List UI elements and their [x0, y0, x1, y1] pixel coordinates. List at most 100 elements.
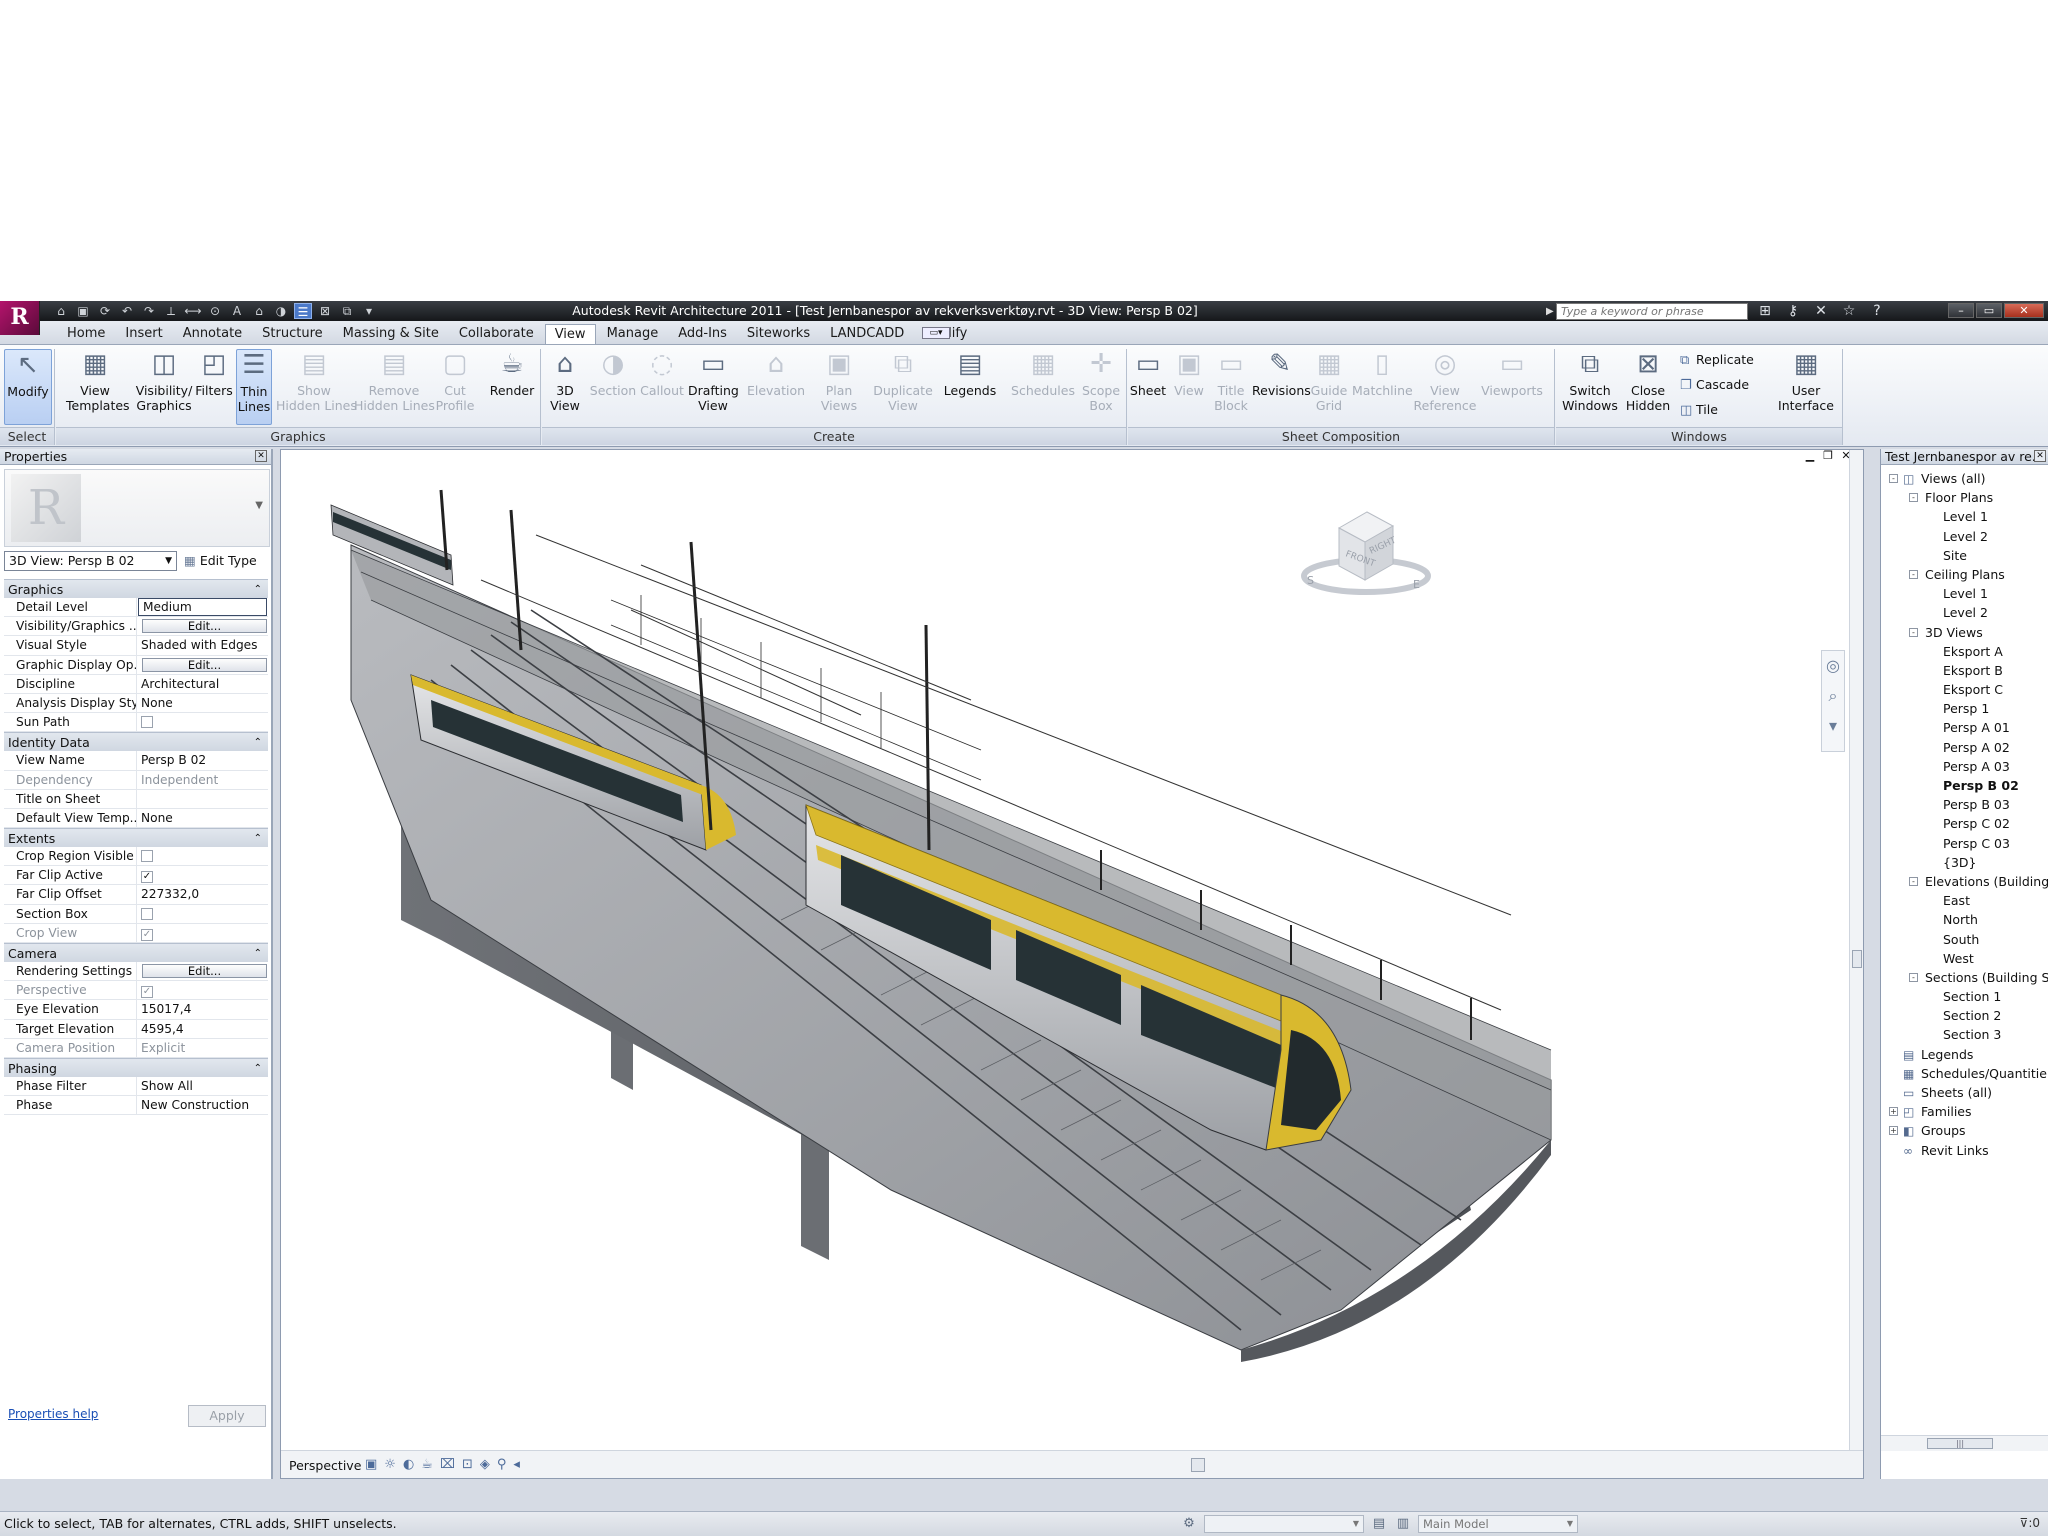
browser-node[interactable]: - Sections (Building S	[1881, 968, 2048, 987]
tag-icon[interactable]: ⊙	[206, 303, 224, 319]
browser-node[interactable]: Section 1	[1881, 987, 2048, 1006]
property-checkbox[interactable]: ✓	[141, 986, 153, 999]
collapse-icon[interactable]: ⌃	[254, 733, 262, 752]
collapse-icon[interactable]: -	[1909, 493, 1918, 503]
browser-node[interactable]: Eksport A	[1881, 642, 2048, 661]
browser-horizontal-scrollbar[interactable]: |||	[1881, 1435, 2048, 1451]
browser-node[interactable]: Persp A 01	[1881, 718, 2048, 737]
design-options-icon[interactable]: ▥	[1394, 1515, 1412, 1533]
browser-node[interactable]: Persp B 02	[1881, 776, 2048, 795]
scrollbar-thumb[interactable]	[1852, 950, 1862, 968]
collapse-icon[interactable]: -	[1909, 627, 1918, 637]
browser-node[interactable]: {3D}	[1881, 853, 2048, 872]
browser-node[interactable]: Persp C 03	[1881, 834, 2048, 853]
property-checkbox[interactable]: ✓	[141, 928, 153, 941]
property-checkbox[interactable]	[141, 850, 153, 863]
collapse-icon[interactable]: ⌃	[254, 580, 262, 599]
cut-profile-button[interactable]: ▢ Cut Profile	[434, 349, 476, 425]
expand-icon[interactable]: +	[1889, 1126, 1898, 1136]
render-dialog-icon[interactable]: ☕	[421, 1457, 433, 1472]
scope-box-button[interactable]: ✛ Scope Box	[1078, 349, 1124, 425]
chevron-down-icon[interactable]: ▾	[1822, 711, 1844, 741]
search-expand-icon[interactable]: ▶	[1546, 303, 1554, 320]
property-value[interactable]: None	[137, 694, 268, 712]
browser-node[interactable]: Persp 1	[1881, 699, 2048, 718]
collapse-icon[interactable]: ⌃	[254, 1059, 262, 1078]
property-value[interactable]: Shaded with Edges	[137, 636, 268, 654]
drafting-view-button[interactable]: ▭ Drafting View	[688, 349, 739, 425]
property-value[interactable]: New Construction	[137, 1096, 268, 1114]
browser-node[interactable]: Section 3	[1881, 1025, 2048, 1044]
close-icon[interactable]: ✕	[2034, 450, 2046, 462]
thin-lines-button[interactable]: ☰ Thin Lines	[236, 349, 272, 425]
collapse-icon[interactable]: -	[1909, 876, 1918, 886]
visibility-graphics-button[interactable]: ◫ Visibility/ Graphics	[134, 349, 194, 425]
browser-node[interactable]: Section 2	[1881, 1006, 2048, 1025]
modify-button[interactable]: ↖ Modify	[4, 349, 52, 425]
replicate-button[interactable]: ⧉ Replicate	[1680, 349, 1754, 371]
property-checkbox[interactable]	[141, 716, 153, 729]
editing-requests-icon[interactable]: ▤	[1370, 1515, 1388, 1533]
collapse-icon[interactable]: -	[1909, 972, 1918, 982]
property-group-extents[interactable]: Extents ⌃	[4, 828, 268, 848]
undo-icon[interactable]: ↶	[118, 303, 136, 319]
chevron-down-icon[interactable]: ▼	[255, 500, 263, 511]
switch-windows-button[interactable]: ⧉ Switch Windows	[1562, 349, 1618, 425]
property-value[interactable]: Show All	[137, 1077, 268, 1095]
browser-node[interactable]: - Ceiling Plans	[1881, 565, 2048, 584]
browser-node[interactable]: ▭ Sheets (all)	[1881, 1083, 2048, 1102]
close-button[interactable]: ✕	[2004, 303, 2044, 318]
view-button[interactable]: ▣ View	[1170, 349, 1208, 425]
browser-node[interactable]: + ◰ Families	[1881, 1102, 2048, 1121]
view-cube[interactable]: FRONT RIGHT S E	[1301, 504, 1431, 604]
legends-button[interactable]: ▤ Legends	[942, 349, 998, 425]
tab-collaborate[interactable]: Collaborate	[450, 324, 543, 344]
revisions-button[interactable]: ✎ Revisions	[1252, 349, 1311, 425]
browser-node[interactable]: Eksport C	[1881, 680, 2048, 699]
matchline-button[interactable]: ▯ Matchline	[1352, 349, 1413, 425]
collapse-icon[interactable]: ⌃	[254, 829, 262, 848]
workset-select[interactable]: ▼	[1204, 1515, 1364, 1533]
browser-node[interactable]: Level 2	[1881, 603, 2048, 622]
property-checkbox[interactable]: ✓	[141, 871, 153, 884]
dropdown-icon[interactable]: ▾	[360, 303, 378, 319]
render-button[interactable]: ☕ Render	[488, 349, 536, 425]
edit-button[interactable]: Edit...	[142, 657, 267, 672]
application-menu-button[interactable]: R	[0, 301, 40, 335]
binoculars-icon[interactable]: ⊞	[1755, 303, 1775, 319]
close-hidden-icon[interactable]: ⊠	[316, 303, 334, 319]
browser-node[interactable]: Level 1	[1881, 584, 2048, 603]
tab-insert[interactable]: Insert	[116, 324, 171, 344]
property-value[interactable]: Architectural	[137, 675, 268, 693]
duplicate-view-button[interactable]: ⧉ Duplicate View	[868, 349, 938, 425]
scroll-left-icon[interactable]: ◂	[513, 1457, 520, 1472]
browser-node[interactable]: North	[1881, 910, 2048, 929]
elevation-button[interactable]: ⌂ Elevation	[744, 349, 808, 425]
expand-icon[interactable]: +	[1889, 1107, 1898, 1117]
tab-view[interactable]: View	[544, 324, 596, 344]
selection-filter[interactable]: ⊽:0	[2020, 1516, 2040, 1530]
browser-node[interactable]: Persp A 03	[1881, 757, 2048, 776]
favorites-icon[interactable]: ☆	[1839, 303, 1859, 319]
collapse-icon[interactable]: -	[1909, 569, 1918, 579]
browser-node[interactable]: -3D Views	[1881, 623, 2048, 642]
property-value[interactable]: None	[137, 809, 268, 827]
subscription-icon[interactable]: ⚷	[1783, 303, 1803, 319]
property-group-phasing[interactable]: Phasing ⌃	[4, 1057, 268, 1078]
railway-bridge-model[interactable]	[281, 450, 1864, 1479]
browser-node[interactable]: Persp B 03	[1881, 795, 2048, 814]
tab-manage[interactable]: Manage	[598, 324, 668, 344]
browser-node[interactable]: - ◫ Views (all)	[1881, 469, 2048, 488]
save-icon[interactable]: ▣	[74, 303, 92, 319]
temporary-hide-icon[interactable]: ◈	[480, 1457, 490, 1472]
remove-hidden-lines-button[interactable]: ▤ Remove Hidden Lines	[354, 349, 435, 425]
crop-view-icon[interactable]: ⌧	[440, 1457, 455, 1472]
browser-node[interactable]: South	[1881, 930, 2048, 949]
collapse-icon[interactable]: ⌃	[254, 944, 262, 963]
browser-node[interactable]: Level 2	[1881, 527, 2048, 546]
vertical-scrollbar[interactable]	[1849, 450, 1863, 1450]
edit-button[interactable]: Edit...	[142, 619, 267, 634]
property-value[interactable]: Medium	[138, 598, 267, 617]
property-group-identity-data[interactable]: Identity Data ⌃	[4, 732, 268, 752]
sun-path-icon[interactable]: ☼	[384, 1457, 396, 1472]
